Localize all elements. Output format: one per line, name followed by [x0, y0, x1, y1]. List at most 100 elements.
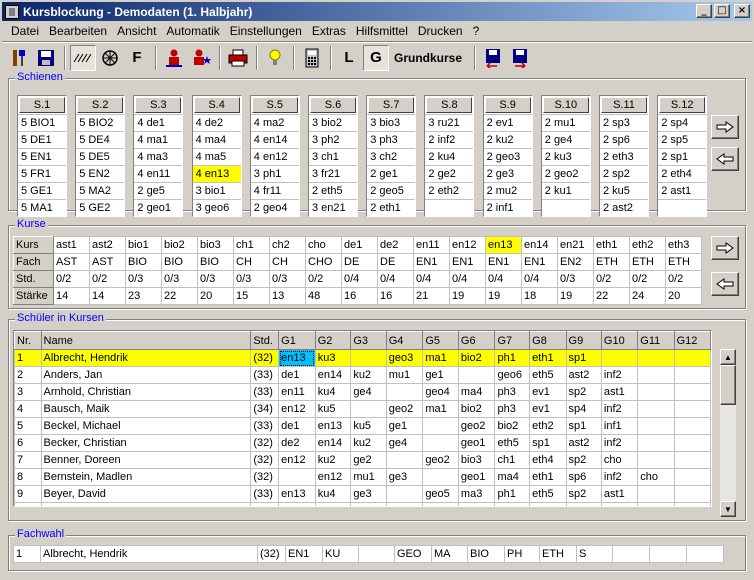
table-cell[interactable]: sp4 — [565, 502, 602, 506]
table-cell[interactable]: ma3 — [457, 485, 496, 503]
table-cell[interactable] — [637, 349, 675, 367]
schiene-course-item[interactable]: 2 geo3 — [483, 148, 532, 165]
kurse-cell[interactable]: 24 — [629, 287, 666, 305]
table-cell[interactable]: ku3 — [314, 349, 352, 367]
kurse-cell[interactable]: eth3 — [665, 236, 702, 254]
schiene-course-item[interactable]: 4 ma5 — [192, 148, 241, 165]
kurse-cell[interactable]: 0/3 — [161, 270, 198, 288]
table-cell[interactable]: (33) — [250, 502, 280, 506]
schiene-course-item[interactable]: 2 ku1 — [541, 182, 590, 199]
schiene-course-item[interactable]: 2 sp3 — [600, 114, 648, 131]
schiene-header[interactable]: S.11 — [601, 97, 647, 113]
table-cell[interactable]: sp6 — [565, 468, 602, 486]
schienen-next-button[interactable] — [711, 115, 739, 139]
schiene-course-item[interactable]: 2 ast1 — [658, 182, 707, 199]
table-cell[interactable]: eth4 — [529, 451, 567, 469]
schiene-course-item[interactable]: 5 FR1 — [18, 165, 66, 182]
table-cell[interactable] — [637, 502, 675, 506]
kurse-cell[interactable]: DE — [377, 253, 414, 271]
table-cell[interactable]: geo1 — [457, 468, 496, 486]
fachwahl-cell[interactable] — [612, 545, 650, 563]
l-button[interactable]: L — [336, 45, 362, 71]
table-cell[interactable]: inf2 — [600, 468, 639, 486]
table-cell[interactable]: en14 — [314, 434, 352, 452]
kurse-cell[interactable]: 0/2 — [593, 270, 630, 288]
table-cell[interactable]: geo4 — [422, 383, 459, 401]
table-cell[interactable]: Benner, Doreen — [40, 451, 252, 469]
calculator-icon[interactable] — [299, 45, 325, 71]
kurse-cell[interactable]: 14 — [53, 287, 90, 305]
schiene-course-item[interactable]: 2 ku4 — [425, 148, 474, 165]
schiene-course-item[interactable]: 3 geo6 — [192, 199, 241, 216]
table-cell[interactable]: sp1 — [565, 349, 602, 367]
schiene-course-item[interactable]: 2 mu2 — [483, 182, 532, 199]
fachwahl-cell[interactable] — [649, 545, 687, 563]
kurse-cell[interactable]: 0/4 — [413, 270, 450, 288]
table-cell[interactable]: (34) — [250, 400, 280, 418]
table-cell[interactable]: Albrecht, Hendrik — [40, 349, 252, 367]
kurse-prev-button[interactable] — [711, 272, 739, 296]
schiene-course-item[interactable]: 3 ch1 — [309, 148, 357, 165]
table-cell[interactable]: en13 — [314, 417, 352, 435]
save-icon[interactable] — [33, 45, 59, 71]
schiene-column[interactable]: S.6 3 bio2 3 ph2 3 ch1 3 fr21 2 eth5 3 en21 — [308, 95, 358, 217]
schiene-course-item[interactable]: 2 sp2 — [600, 165, 648, 182]
fachwahl-cell[interactable]: (32) — [257, 545, 286, 563]
schiene-course-item[interactable]: 5 BIO1 — [18, 114, 66, 131]
table-cell[interactable]: mu1 — [385, 366, 424, 384]
schiene-course-item[interactable]: 2 inf1 — [483, 199, 532, 216]
schiene-course-item[interactable]: 5 DE1 — [18, 131, 66, 148]
schiene-course-item[interactable]: 5 DE4 — [76, 131, 125, 148]
table-cell[interactable]: ge4 — [350, 383, 387, 401]
table-cell[interactable]: 2 — [14, 366, 42, 384]
column-header[interactable]: G2 — [314, 331, 352, 350]
schiene-column[interactable]: S.12 2 sp4 2 sp5 2 sp1 2 eth4 2 ast1 — [657, 95, 708, 217]
kurse-cell[interactable]: 0/4 — [449, 270, 486, 288]
column-header[interactable]: G3 — [350, 331, 387, 350]
kurse-next-button[interactable] — [711, 236, 739, 260]
schiene-course-item[interactable]: 5 EN1 — [18, 148, 66, 165]
kurse-cell[interactable]: en14 — [521, 236, 558, 254]
table-cell[interactable]: (33) — [250, 485, 280, 503]
table-cell[interactable]: ge2 — [350, 451, 387, 469]
table-cell[interactable]: ph1 — [494, 485, 531, 503]
kurse-cell[interactable]: ETH — [665, 253, 702, 271]
table-cell[interactable]: sp2 — [565, 383, 602, 401]
schiene-course-item[interactable]: 5 EN2 — [76, 165, 125, 182]
table-cell[interactable] — [673, 383, 711, 401]
menu-einstellungen[interactable]: Einstellungen — [225, 24, 307, 38]
menu-extras[interactable]: Extras — [307, 24, 351, 38]
table-cell[interactable]: en13 — [278, 349, 316, 367]
kurse-cell[interactable]: 0/3 — [233, 270, 270, 288]
table-cell[interactable]: inf2 — [600, 434, 639, 452]
table-cell[interactable]: Becker, Christian — [40, 434, 252, 452]
table-cell[interactable]: 8 — [14, 468, 42, 486]
fachwahl-row[interactable]: 1 Albrecht, Hendrik (32) EN1 KU GEO MA BIO PH ETH… — [13, 545, 724, 563]
schiene-course-item[interactable]: 2 eth2 — [425, 182, 474, 199]
table-cell[interactable]: geo6 — [494, 366, 531, 384]
table-cell[interactable]: (33) — [250, 383, 280, 401]
table-cell[interactable] — [385, 485, 424, 503]
schiene-course-item[interactable]: 2 ge1 — [367, 165, 416, 182]
kurse-cell[interactable]: 23 — [125, 287, 162, 305]
table-cell[interactable]: 10 — [14, 502, 42, 506]
kurse-cell[interactable]: eth1 — [593, 236, 630, 254]
table-cell[interactable]: 1 — [14, 349, 42, 367]
table-row[interactable]: 7 Benner, Doreen (32) en12 ku2 ge2 geo2 bio3 ch1… — [14, 451, 711, 469]
fachwahl-cell[interactable]: BIO — [467, 545, 505, 563]
table-cell[interactable]: sp2 — [565, 451, 602, 469]
table-cell[interactable]: ku2 — [350, 434, 387, 452]
kurse-cell[interactable]: 21 — [413, 287, 450, 305]
menu-help[interactable]: ? — [468, 24, 485, 38]
kurse-cell[interactable]: 19 — [485, 287, 522, 305]
table-cell[interactable]: ma4 — [494, 468, 531, 486]
kurse-cell[interactable]: 0/3 — [125, 270, 162, 288]
table-cell[interactable] — [422, 434, 459, 452]
table-cell[interactable] — [637, 451, 675, 469]
table-cell[interactable] — [422, 417, 459, 435]
table-row[interactable]: 3 Arnhold, Christian (33) en11 ku4 ge4 geo4 ma4… — [14, 383, 711, 401]
kurse-cell[interactable]: 0/2 — [629, 270, 666, 288]
schiene-course-item[interactable] — [658, 199, 707, 216]
kurse-cell[interactable]: de2 — [377, 236, 414, 254]
table-cell[interactable]: 9 — [14, 485, 42, 503]
